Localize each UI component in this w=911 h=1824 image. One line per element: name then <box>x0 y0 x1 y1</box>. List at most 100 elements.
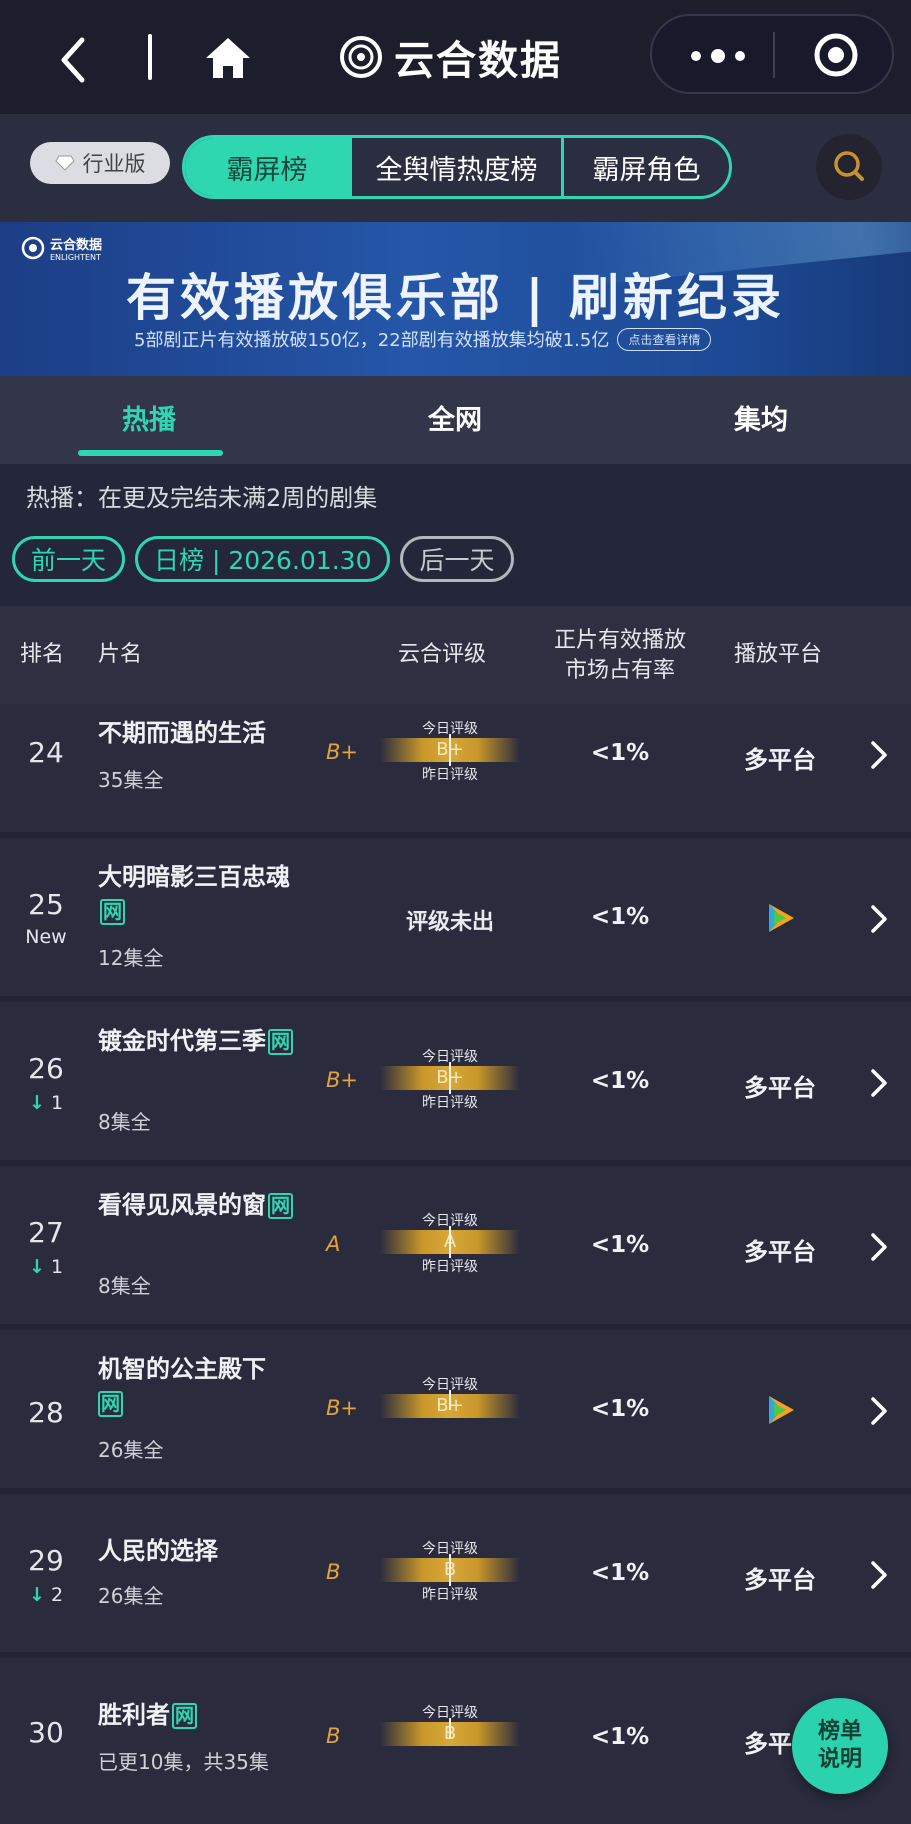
next-day-button[interactable]: 后一天 <box>400 536 514 582</box>
promo-banner[interactable]: 云合数据 ENLIGHTENT 有效播放俱乐部 | 刷新纪录 5部剧正片有效播放破… <box>0 222 911 376</box>
rank-change-value: 1 <box>50 1256 64 1278</box>
episode-info: 26集全 <box>98 1584 164 1608</box>
grade-not-released: 评级未出 <box>405 910 494 935</box>
chevron-right-icon[interactable] <box>868 1558 890 1592</box>
rank-number: 24 <box>28 736 64 769</box>
grade-marker <box>449 1062 451 1094</box>
show-title-text: 人民的选择 <box>98 1537 218 1565</box>
search-icon <box>834 151 864 181</box>
banner-subline-text: 5部剧正片有效播放破150亿，22部剧有效播放集均破1.5亿 <box>134 330 610 351</box>
list-description: 热播：在更及完结未满2周的剧集 <box>26 484 378 512</box>
episode-info: 8集全 <box>98 1110 151 1134</box>
chevron-right-icon[interactable] <box>868 738 890 772</box>
table-header: 排名 片名 云合评级 正片有效播放市场占有率 播放平台 <box>0 606 911 704</box>
episode-info: 35集全 <box>98 768 164 792</box>
back-arrow-icon[interactable] <box>52 30 92 90</box>
show-title-text: 大明暗影三百忠魂 <box>98 863 290 891</box>
show-title: 不期而遇的生活 <box>98 716 294 750</box>
table-row[interactable]: 24 不期而遇的生活 35集全 B+ 今日评级 B+ 昨日评级 <1% 多平台 <box>0 704 911 838</box>
episode-info: 已更10集，共35集 <box>98 1750 269 1774</box>
current-date-selector[interactable]: 日榜 | 2026.01.30 <box>135 536 391 582</box>
show-title: 胜利者网 <box>98 1698 294 1732</box>
yunhe-logo-icon <box>340 36 382 78</box>
grade-marker <box>449 1554 451 1586</box>
chevron-right-icon[interactable] <box>868 1230 890 1264</box>
ranking-type-tabs: 霸屏榜 全舆情热度榜 霸屏角色 <box>182 135 732 199</box>
banner-logo-cn: 云合数据 <box>50 238 103 253</box>
rank-number: 28 <box>28 1396 64 1429</box>
banner-cta[interactable]: 点击查看详情 <box>617 327 712 351</box>
tab-bapingjuese[interactable]: 霸屏角色 <box>561 138 729 196</box>
web-drama-badge: 网 <box>100 899 126 925</box>
arrow-down-icon: ↓ <box>28 1256 45 1278</box>
table-row[interactable]: 29 ↓ 2 人民的选择 26集全 B 今日评级 B 昨日评级 <1% 多平台 <box>0 1494 911 1658</box>
episode-info: 12集全 <box>98 946 164 970</box>
show-title: 大明暗影三百忠魂网 <box>98 860 294 928</box>
market-share: <1% <box>590 1232 650 1258</box>
date-navigation: 前一天 日榜 | 2026.01.30 后一天 <box>12 536 514 584</box>
rank-change-value: 1 <box>50 1092 64 1114</box>
more-dots-icon[interactable] <box>688 42 748 70</box>
market-share: <1% <box>590 1068 650 1094</box>
sub-tabs: 热播 全网 集均 <box>0 376 911 464</box>
web-drama-badge: 网 <box>268 1193 294 1219</box>
tab-quanyuqing[interactable]: 全舆情热度榜 <box>349 138 561 196</box>
grade-previous: B+ <box>326 740 359 764</box>
market-share: <1% <box>590 904 650 930</box>
grade-marker <box>449 734 451 766</box>
ranking-info-line2: 说明 <box>817 1747 862 1772</box>
grade-marker <box>449 1226 451 1258</box>
chevron-right-icon[interactable] <box>868 1394 890 1428</box>
web-drama-badge: 网 <box>268 1029 294 1055</box>
web-drama-badge: 网 <box>98 1391 124 1417</box>
grade-previous: B <box>326 1560 341 1584</box>
chevron-right-icon[interactable] <box>868 902 890 936</box>
search-button[interactable] <box>816 134 882 200</box>
platform-label: 多平台 <box>744 1566 816 1594</box>
table-row[interactable]: 28 机智的公主殿下网 26集全 B+ 今日评级 B+ <1% <box>0 1330 911 1494</box>
col-share: 正片有效播放市场占有率 <box>553 628 686 683</box>
grade-bar: 今日评级 B 昨日评级 <box>380 1538 520 1603</box>
episode-info: 26集全 <box>98 1438 164 1462</box>
platform-label: 多平台 <box>744 746 816 774</box>
rank-number: 29 <box>28 1544 64 1577</box>
grade-yesterday-label: 昨日评级 <box>422 1259 478 1275</box>
grade-bar: 今日评级 B+ 昨日评级 <box>380 718 520 783</box>
prev-day-button[interactable]: 前一天 <box>12 536 126 582</box>
grade-marker <box>449 1718 451 1738</box>
table-row[interactable]: 26 ↓ 1 镀金时代第三季网 8集全 B+ 今日评级 B+ 昨日评级 <1% … <box>0 1002 911 1166</box>
rank-number: 27 <box>28 1216 64 1249</box>
rank-number: 25 <box>28 888 64 921</box>
subtab-all[interactable]: 全网 <box>428 398 482 437</box>
show-title-text: 不期而遇的生活 <box>98 719 266 747</box>
table-row[interactable]: 30 胜利者网 已更10集，共35集 B 今日评级 B <1% 多平台 <box>0 1658 911 1824</box>
table-row[interactable]: 25 New 大明暗影三百忠魂网 12集全 评级未出 <1% <box>0 838 911 1002</box>
grade-bar: 今日评级 B+ 昨日评级 <box>380 1046 520 1111</box>
grade-bar: 今日评级 B <box>380 1702 520 1764</box>
close-target-icon[interactable] <box>812 31 860 79</box>
subtab-hot[interactable]: 热播 <box>122 398 176 437</box>
table-row[interactable]: 27 ↓ 1 看得见风景的窗网 8集全 A 今日评级 A 昨日评级 <1% 多平… <box>0 1166 911 1330</box>
active-tab-underline <box>78 450 223 456</box>
subtab-average[interactable]: 集均 <box>734 398 788 437</box>
episode-info: 8集全 <box>98 1274 151 1298</box>
grade-yesterday-label: 昨日评级 <box>422 767 478 783</box>
industry-edition-badge[interactable]: 行业版 <box>30 142 170 184</box>
tab-bapingbang[interactable]: 霸屏榜 <box>185 138 349 196</box>
grade-previous: A <box>326 1232 341 1256</box>
market-share: <1% <box>590 740 650 766</box>
grade-previous: B+ <box>326 1396 359 1420</box>
market-share: <1% <box>590 1560 650 1586</box>
col-rank: 排名 <box>20 642 65 667</box>
show-title-text: 镀金时代第三季 <box>98 1027 266 1055</box>
home-icon[interactable] <box>202 34 254 82</box>
app-title-text: 云合数据 <box>394 38 562 84</box>
market-share: <1% <box>590 1724 650 1750</box>
ranking-info-button[interactable]: 榜单 说明 <box>792 1698 888 1794</box>
show-title-text: 看得见风景的窗 <box>98 1191 266 1219</box>
rank-number: 30 <box>28 1716 64 1749</box>
chevron-right-icon[interactable] <box>868 1066 890 1100</box>
grade-bar: 今日评级 B+ <box>380 1374 520 1436</box>
col-platform: 播放平台 <box>734 642 823 667</box>
ranking-info-line1: 榜单 <box>817 1719 862 1744</box>
